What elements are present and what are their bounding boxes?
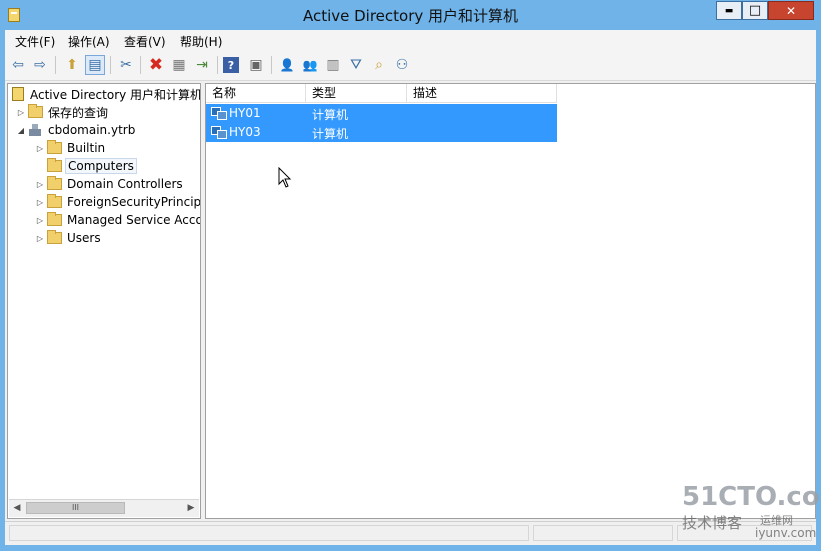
console-tree[interactable]: Active Directory 用户和计算机 ▷ 保存的查询 ◢ cbdoma…: [7, 83, 201, 519]
menu-bar: 文件(F) 操作(A) 查看(V) 帮助(H): [5, 30, 816, 51]
folder-icon: [28, 104, 43, 118]
minimize-button[interactable]: ▬: [716, 1, 742, 20]
maximize-button[interactable]: □: [742, 1, 768, 20]
tree-item-label: Users: [67, 231, 101, 245]
status-cell: [677, 525, 812, 541]
forward-arrow-icon[interactable]: ⇨: [30, 55, 50, 75]
column-header-name[interactable]: 名称: [206, 84, 306, 103]
window-title: Active Directory 用户和计算机: [302, 7, 519, 25]
tree-item-managed-service-accounts[interactable]: ▷ Managed Service Acco: [35, 211, 201, 229]
back-arrow-icon[interactable]: ⇦: [8, 55, 28, 75]
folder-icon: [47, 230, 62, 244]
tree-item-label: cbdomain.ytrb: [48, 123, 136, 137]
collapse-arrow-icon[interactable]: ◢: [16, 126, 26, 135]
active-directory-icon: [12, 87, 24, 101]
cut-icon[interactable]: ✂: [116, 55, 136, 75]
tree-item-label: Domain Controllers: [67, 177, 183, 191]
tree-root-label: Active Directory 用户和计算机: [30, 87, 201, 102]
show-tree-icon[interactable]: ▤: [85, 55, 105, 75]
folder-icon: [47, 212, 62, 226]
close-button[interactable]: ✕: [768, 1, 814, 20]
find-icon[interactable]: ⌕: [369, 55, 389, 75]
filter-icon[interactable]: ⛛: [346, 55, 366, 75]
scroll-right-icon[interactable]: ▶: [183, 500, 199, 516]
add-to-group-icon[interactable]: ⚇: [392, 55, 412, 75]
column-header-type[interactable]: 类型: [306, 84, 407, 103]
expand-arrow-icon[interactable]: ▷: [35, 144, 45, 153]
mouse-cursor-icon: [278, 167, 292, 188]
status-cell: [9, 525, 529, 541]
toolbar-separator: [140, 56, 141, 74]
computer-type: 计算机: [312, 127, 349, 141]
menu-action[interactable]: 操作(A): [68, 33, 110, 50]
maximize-icon: □: [748, 3, 762, 18]
action-pane-icon[interactable]: ▣: [246, 55, 266, 75]
up-folder-icon[interactable]: ⬆: [62, 55, 82, 75]
menu-view[interactable]: 查看(V): [124, 33, 166, 50]
expand-arrow-icon[interactable]: ▷: [35, 234, 45, 243]
ou-folder-icon: [47, 176, 62, 190]
domain-icon: [28, 123, 43, 137]
computer-name: HY01: [229, 106, 261, 120]
toolbar-separator: [271, 56, 272, 74]
expand-arrow-icon[interactable]: ▷: [16, 108, 26, 117]
tree-item-foreign-security-principals[interactable]: ▷ ForeignSecurityPrincipa: [35, 193, 201, 211]
status-bar: [5, 521, 816, 545]
tree-item-label: Builtin: [67, 141, 106, 155]
title-bar[interactable]: Active Directory 用户和计算机 ▬ □ ✕: [0, 0, 821, 30]
folder-icon: [47, 158, 62, 172]
list-item[interactable]: HY03 计算机: [206, 123, 557, 142]
computer-type: 计算机: [312, 108, 349, 122]
details-list[interactable]: 名称 类型 描述 HY01 计算机 HY03 计算机: [205, 83, 816, 519]
scroll-left-icon[interactable]: ◀: [9, 500, 25, 516]
new-user-icon[interactable]: 👤: [277, 55, 297, 75]
computer-icon: [211, 107, 227, 120]
new-ou-icon[interactable]: ▥: [323, 55, 343, 75]
export-list-icon[interactable]: ⇥: [192, 55, 212, 75]
tree-item-label: ForeignSecurityPrincipa: [67, 195, 201, 209]
status-cell: [533, 525, 673, 541]
list-item[interactable]: HY01 计算机: [206, 104, 557, 123]
computer-name: HY03: [229, 125, 261, 139]
computer-icon: [211, 126, 227, 139]
toolbar-separator: [217, 56, 218, 74]
expand-arrow-icon[interactable]: ▷: [35, 180, 45, 189]
help-icon[interactable]: ?: [223, 57, 239, 73]
toolbar-separator: [110, 56, 111, 74]
properties-icon[interactable]: ▦: [169, 55, 189, 75]
close-icon: ✕: [785, 3, 797, 18]
menu-file[interactable]: 文件(F): [15, 33, 55, 50]
tree-item-label: Computers: [65, 158, 137, 174]
minimize-icon: ▬: [724, 5, 734, 16]
expand-arrow-icon[interactable]: ▷: [35, 198, 45, 207]
tree-item-label: 保存的查询: [48, 105, 109, 120]
tree-item-builtin[interactable]: ▷ Builtin: [35, 139, 105, 157]
main-window: Active Directory 用户和计算机 ▬ □ ✕ 文件(F) 操作(A…: [0, 0, 821, 551]
content-area: Active Directory 用户和计算机 ▷ 保存的查询 ◢ cbdoma…: [5, 81, 816, 521]
toolbar: ⇦ ⇨ ⬆ ▤ ✂ ✖ ▦ ⇥ ? ▣ 👤 👥 ▥ ⛛ ⌕ ⚇: [5, 51, 816, 81]
tree-item-users[interactable]: ▷ Users: [35, 229, 101, 247]
new-group-icon[interactable]: 👥: [300, 55, 320, 75]
tree-root[interactable]: Active Directory 用户和计算机: [12, 85, 201, 103]
tree-item-computers[interactable]: Computers: [35, 157, 137, 175]
menu-help[interactable]: 帮助(H): [180, 33, 222, 50]
tree-item-domain-controllers[interactable]: ▷ Domain Controllers: [35, 175, 183, 193]
scroll-thumb[interactable]: III: [26, 502, 125, 514]
tree-item-domain[interactable]: ◢ cbdomain.ytrb: [16, 121, 135, 139]
tree-item-label: Managed Service Acco: [67, 213, 201, 227]
tree-horizontal-scrollbar[interactable]: ◀ III ▶: [9, 499, 199, 517]
folder-icon: [47, 194, 62, 208]
column-header-description[interactable]: 描述: [407, 84, 557, 103]
tree-item-saved-queries[interactable]: ▷ 保存的查询: [16, 103, 108, 121]
folder-icon: [47, 140, 62, 154]
expand-arrow-icon[interactable]: ▷: [35, 216, 45, 225]
toolbar-separator: [55, 56, 56, 74]
delete-icon[interactable]: ✖: [146, 55, 166, 75]
